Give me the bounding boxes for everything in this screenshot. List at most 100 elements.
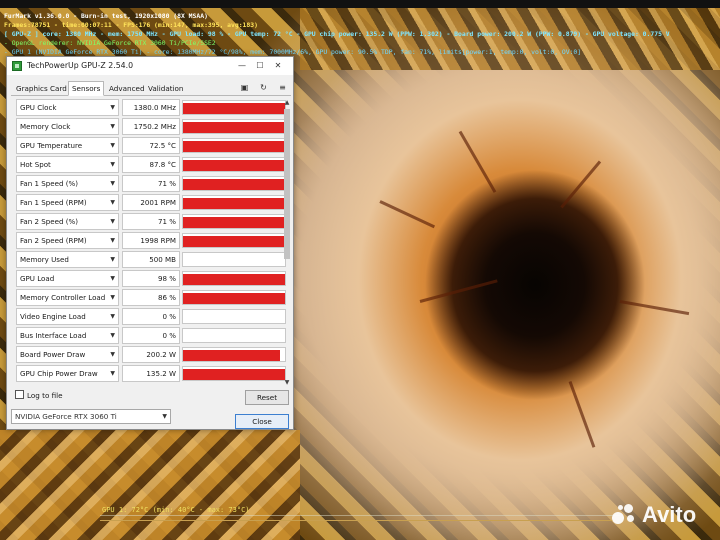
temperature-graph-frame — [100, 515, 620, 537]
sensor-row: Memory Used ▼ 500 MB — [16, 251, 286, 268]
sensor-name: Fan 1 Speed (%) — [20, 179, 79, 188]
refresh-icon[interactable]: ↻ — [258, 83, 269, 93]
sensor-graph — [182, 176, 286, 191]
sensor-name-dropdown[interactable]: GPU Temperature ▼ — [16, 137, 119, 154]
log-to-file-checkbox[interactable] — [15, 390, 24, 399]
tab-validation[interactable]: Validation — [145, 82, 187, 96]
chevron-down-icon: ▼ — [110, 275, 115, 282]
reset-button[interactable]: Reset — [245, 390, 289, 405]
close-button[interactable]: Close — [235, 414, 289, 429]
sensor-name-dropdown[interactable]: GPU Clock ▼ — [16, 99, 119, 116]
chevron-down-icon: ▼ — [110, 199, 115, 206]
sensor-value: 71 % — [122, 175, 180, 192]
chevron-down-icon: ▼ — [110, 180, 115, 187]
monitor-bezel-edge — [0, 0, 720, 8]
sensor-name-dropdown[interactable]: Video Engine Load ▼ — [16, 308, 119, 325]
sensor-name: Fan 2 Speed (RPM) — [20, 236, 87, 245]
chevron-down-icon: ▼ — [110, 123, 115, 130]
sensor-value: 1750.2 MHz — [122, 118, 180, 135]
sensor-name-dropdown[interactable]: Memory Used ▼ — [16, 251, 119, 268]
minimize-button[interactable]: — — [233, 59, 251, 72]
sensor-value: 0 % — [122, 308, 180, 325]
chevron-down-icon: ▼ — [110, 313, 115, 320]
sensor-name-dropdown[interactable]: Fan 1 Speed (RPM) ▼ — [16, 194, 119, 211]
sensor-graph-fill — [183, 274, 285, 285]
sensor-value: 200.2 W — [122, 346, 180, 363]
sensor-name: Fan 2 Speed (%) — [20, 217, 79, 226]
iris-streak — [379, 200, 436, 229]
sensor-name-dropdown[interactable]: Hot Spot ▼ — [16, 156, 119, 173]
menu-icon[interactable]: ≡ — [277, 83, 288, 93]
sensor-graph — [182, 195, 286, 210]
avito-logo-icon — [612, 504, 638, 526]
close-window-button[interactable]: ✕ — [269, 59, 287, 72]
sensor-value: 2001 RPM — [122, 194, 180, 211]
sensor-row: Fan 1 Speed (RPM) ▼ 2001 RPM — [16, 194, 286, 211]
scroll-thumb[interactable] — [284, 109, 290, 259]
tab-advanced[interactable]: Advanced — [106, 82, 148, 96]
sensor-name-dropdown[interactable]: GPU Load ▼ — [16, 270, 119, 287]
scroll-up-icon[interactable]: ▲ — [283, 99, 291, 107]
maximize-button[interactable]: ☐ — [251, 59, 269, 72]
sensor-name: Memory Clock — [20, 122, 71, 131]
sensor-graph-fill — [183, 160, 285, 171]
overlay-gpuz: [ GPU-Z ] core: 1380 MHz - mem: 1750 MHz… — [4, 30, 670, 38]
sensor-name: Video Engine Load — [20, 312, 86, 321]
sensor-graph — [182, 328, 286, 343]
sensor-graph — [182, 309, 286, 324]
sensor-name-dropdown[interactable]: Fan 1 Speed (%) ▼ — [16, 175, 119, 192]
iris-streak — [568, 380, 596, 448]
overlay-frames: Frames:78751 - time:00:07:11 - FPS:176 (… — [4, 21, 258, 29]
avito-wordmark: Avito — [642, 502, 697, 527]
sensor-row: GPU Chip Power Draw ▼ 135.2 W — [16, 365, 286, 382]
sensor-graph-fill — [183, 141, 285, 152]
sensor-graph — [182, 271, 286, 286]
sensor-row: Hot Spot ▼ 87.8 °C — [16, 156, 286, 173]
chevron-down-icon: ▼ — [110, 142, 115, 149]
overlay-title: FurMark v1.36.0.0 - Burn-in test, 1920x1… — [4, 12, 208, 20]
sensor-value: 98 % — [122, 270, 180, 287]
window-titlebar[interactable]: TechPowerUp GPU-Z 2.54.0 — ☐ ✕ — [7, 57, 293, 75]
sensor-row: Memory Controller Load ▼ 86 % — [16, 289, 286, 306]
sensor-row: Bus Interface Load ▼ 0 % — [16, 327, 286, 344]
sensor-row: Board Power Draw ▼ 200.2 W — [16, 346, 286, 363]
sensor-row: Memory Clock ▼ 1750.2 MHz — [16, 118, 286, 135]
sensor-value: 72.5 °C — [122, 137, 180, 154]
scroll-down-icon[interactable]: ▼ — [283, 379, 291, 387]
log-to-file-label: Log to file — [27, 391, 63, 400]
sensor-name-dropdown[interactable]: Fan 2 Speed (RPM) ▼ — [16, 232, 119, 249]
chevron-down-icon: ▼ — [110, 332, 115, 339]
sensor-graph — [182, 233, 286, 248]
temperature-readout: GPU 1: 72°C (min: 40°C - max: 73°C) — [102, 506, 250, 514]
sensor-value: 0 % — [122, 327, 180, 344]
sensor-graph-fill — [183, 179, 285, 190]
sensor-name-dropdown[interactable]: Bus Interface Load ▼ — [16, 327, 119, 344]
camera-icon[interactable]: ▣ — [239, 83, 250, 93]
sensor-name-dropdown[interactable]: Board Power Draw ▼ — [16, 346, 119, 363]
sensor-name-dropdown[interactable]: Fan 2 Speed (%) ▼ — [16, 213, 119, 230]
sensor-name: GPU Clock — [20, 103, 57, 112]
sensor-graph-fill — [183, 293, 285, 304]
gpu-select-value: NVIDIA GeForce RTX 3060 Ti — [15, 412, 117, 421]
chevron-down-icon: ▼ — [110, 256, 115, 263]
sensor-graph — [182, 157, 286, 172]
gpuz-app-icon — [12, 61, 22, 71]
sensor-row: Fan 2 Speed (RPM) ▼ 1998 RPM — [16, 232, 286, 249]
sensor-name-dropdown[interactable]: Memory Clock ▼ — [16, 118, 119, 135]
sensor-name: GPU Chip Power Draw — [20, 369, 98, 378]
tab-graphics-card[interactable]: Graphics Card — [13, 82, 70, 96]
sensor-graph — [182, 214, 286, 229]
sensor-value: 71 % — [122, 213, 180, 230]
sensor-row: GPU Temperature ▼ 72.5 °C — [16, 137, 286, 154]
chevron-down-icon: ▼ — [110, 351, 115, 358]
sensor-graph — [182, 119, 286, 134]
window-title: TechPowerUp GPU-Z 2.54.0 — [27, 61, 134, 70]
sensor-graph-fill — [183, 198, 285, 209]
chevron-down-icon: ▼ — [110, 218, 115, 225]
sensor-scrollbar[interactable]: ▲ ▼ — [283, 99, 291, 435]
gpu-select-dropdown[interactable]: NVIDIA GeForce RTX 3060 Ti ▼ — [11, 409, 171, 424]
sensor-name-dropdown[interactable]: Memory Controller Load ▼ — [16, 289, 119, 306]
chevron-down-icon: ▼ — [110, 237, 115, 244]
tab-sensors[interactable]: Sensors — [68, 81, 105, 96]
sensor-name-dropdown[interactable]: GPU Chip Power Draw ▼ — [16, 365, 119, 382]
